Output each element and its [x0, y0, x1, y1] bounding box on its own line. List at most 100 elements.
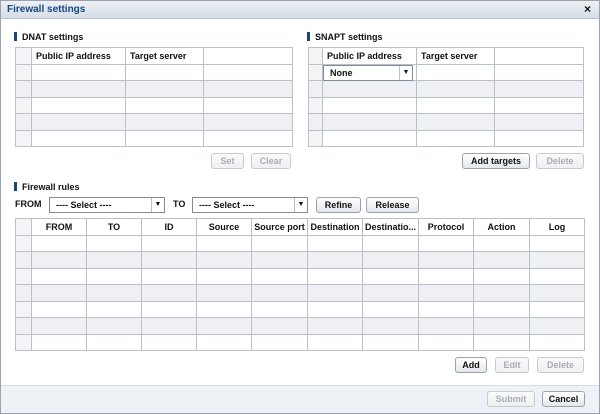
snapt-cell — [322, 96, 417, 114]
snapt-row[interactable] — [308, 113, 584, 131]
from-label: FROM — [15, 199, 42, 209]
dnat-table: Public IP address Target server — [15, 47, 293, 147]
rules-cell — [473, 267, 530, 285]
dnat-cell — [125, 80, 204, 98]
edit-rule-button[interactable]: Edit — [495, 357, 529, 373]
rules-cell — [529, 333, 585, 351]
from-select[interactable]: ---- Select ---- ▼ — [49, 197, 165, 213]
rules-cell — [418, 284, 474, 302]
release-button[interactable]: Release — [366, 197, 419, 213]
rules-cell — [141, 234, 197, 252]
rules-row-handle — [15, 251, 32, 269]
delete-rule-button[interactable]: Delete — [537, 357, 584, 373]
title-bar: Firewall settings × — [1, 1, 599, 19]
refine-button[interactable]: Refine — [316, 197, 361, 213]
rules-cell — [418, 317, 474, 335]
firewall-rules-table: FROM TO ID Source Source port Destination Dest… — [15, 218, 585, 351]
rules-cell — [86, 284, 142, 302]
dnat-row[interactable] — [15, 63, 293, 81]
snapt-col-target-server: Target server — [416, 47, 495, 65]
snapt-row-handle — [308, 80, 323, 98]
snapt-public-ip-select[interactable]: None ▼ — [323, 65, 413, 81]
to-select-value: ---- Select ---- — [199, 200, 255, 210]
rules-cell — [196, 300, 252, 318]
rules-cell — [196, 317, 252, 335]
rules-cell — [529, 317, 585, 335]
snapt-row-handle — [308, 96, 323, 114]
rules-cell — [251, 300, 308, 318]
clear-button[interactable]: Clear — [251, 153, 291, 169]
rules-col-header: Destination — [307, 218, 363, 236]
chevron-down-icon: ▼ — [151, 198, 164, 212]
rules-row[interactable] — [15, 284, 585, 302]
dnat-row[interactable] — [15, 96, 293, 114]
snapt-delete-button[interactable]: Delete — [536, 153, 584, 169]
rules-cell — [473, 300, 530, 318]
snapt-title-text: SNAPT settings — [315, 32, 383, 42]
rules-cell — [86, 234, 142, 252]
dnat-row[interactable] — [15, 80, 293, 98]
rules-cell — [141, 333, 197, 351]
rules-cell — [307, 267, 363, 285]
snapt-cell — [416, 129, 495, 147]
rules-row[interactable] — [15, 267, 585, 285]
dnat-cell — [203, 113, 293, 131]
rules-header-row: FROM TO ID Source Source port Destination Dest… — [15, 218, 585, 236]
snapt-cell — [494, 96, 584, 114]
snapt-row[interactable] — [308, 80, 584, 98]
dnat-cell — [31, 96, 126, 114]
rules-cell — [418, 234, 474, 252]
rules-title-text: Firewall rules — [22, 182, 80, 192]
snapt-row-handle — [308, 63, 323, 81]
snapt-cell — [416, 80, 495, 98]
snapt-cell — [494, 113, 584, 131]
dnat-row[interactable] — [15, 129, 293, 147]
rules-col-header: FROM — [31, 218, 87, 236]
dnat-header-rownum — [15, 47, 32, 65]
dnat-row-handle — [15, 96, 32, 114]
rules-cell — [86, 251, 142, 269]
set-button[interactable]: Set — [211, 153, 244, 169]
dialog-content: DNAT settings Public IP address Target s… — [1, 19, 599, 385]
rules-cell — [473, 284, 530, 302]
rules-cell — [307, 251, 363, 269]
rules-cell — [86, 333, 142, 351]
rules-cell — [31, 234, 87, 252]
add-targets-button[interactable]: Add targets — [462, 153, 530, 169]
rules-row-handle — [15, 284, 32, 302]
rules-cell — [31, 333, 87, 351]
dnat-col-public-ip: Public IP address — [31, 47, 126, 65]
dnat-row-handle — [15, 113, 32, 131]
snapt-cell — [416, 63, 495, 81]
rules-row[interactable] — [15, 251, 585, 269]
rules-cell — [307, 333, 363, 351]
firewall-rules-section-title: Firewall rules — [14, 182, 80, 192]
snapt-cell — [494, 63, 584, 81]
dnat-cell — [203, 80, 293, 98]
rules-cell — [418, 300, 474, 318]
rules-cell — [473, 251, 530, 269]
add-rule-button[interactable]: Add — [455, 357, 487, 373]
to-select[interactable]: ---- Select ---- ▼ — [192, 197, 308, 213]
dnat-row[interactable] — [15, 113, 293, 131]
rules-row[interactable] — [15, 234, 585, 252]
rules-row[interactable] — [15, 333, 585, 351]
snapt-cell — [416, 113, 495, 131]
snapt-row[interactable] — [308, 96, 584, 114]
snapt-row[interactable] — [308, 129, 584, 147]
dnat-cell — [31, 80, 126, 98]
rules-cell — [31, 267, 87, 285]
close-icon[interactable]: × — [584, 2, 591, 16]
rules-cell — [251, 251, 308, 269]
submit-button[interactable]: Submit — [487, 391, 535, 407]
rules-cell — [473, 333, 530, 351]
rules-row[interactable] — [15, 300, 585, 318]
rules-row[interactable] — [15, 317, 585, 335]
cancel-button[interactable]: Cancel — [542, 391, 585, 407]
dnat-row-handle — [15, 129, 32, 147]
dnat-cell — [31, 63, 126, 81]
section-marker-icon — [14, 32, 17, 41]
rules-cell — [362, 251, 419, 269]
rules-cell — [196, 251, 252, 269]
rules-cell — [141, 300, 197, 318]
